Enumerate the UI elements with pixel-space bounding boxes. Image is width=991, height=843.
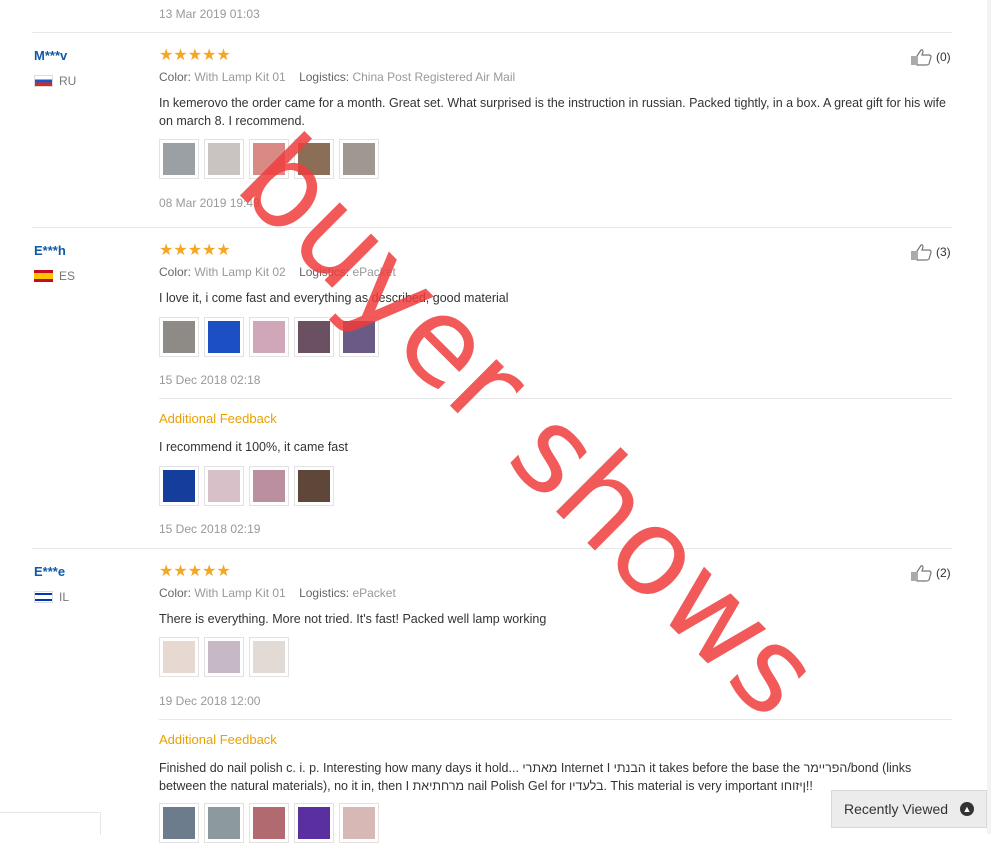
reviewer-country: IL (34, 590, 69, 604)
review-photo-thumbnail[interactable] (204, 317, 244, 357)
thumbs-up-icon (911, 565, 932, 582)
review-photo-thumbnail[interactable] (339, 139, 379, 179)
recently-viewed-label: Recently Viewed (844, 801, 949, 817)
review-photo-thumbnail[interactable] (204, 803, 244, 843)
helpful-button[interactable]: (2) (910, 564, 951, 582)
review-date: 08 Mar 2019 19:49 (159, 196, 260, 210)
logistics-value: China Post Registered Air Mail (352, 70, 516, 84)
divider (159, 719, 952, 720)
helpful-count: (0) (936, 50, 951, 64)
country-code: RU (59, 74, 77, 88)
review-photo-thumbnail[interactable] (159, 637, 199, 677)
divider (32, 227, 952, 228)
review-photo-thumbnail[interactable] (294, 317, 334, 357)
color-label: Color: (159, 265, 192, 279)
review-photo-thumbnail[interactable] (249, 637, 289, 677)
review-date: 15 Dec 2018 02:19 (159, 522, 261, 536)
additional-feedback-text: I recommend it 100%, it came fast (159, 440, 348, 454)
review-sku-info: Color: With Lamp Kit 02 Logistics: ePack… (159, 265, 396, 279)
thumbs-up-icon (911, 244, 932, 261)
logistics-label: Logistics: (299, 265, 350, 279)
review-photos (159, 139, 379, 179)
color-value: With Lamp Kit 02 (194, 265, 286, 279)
country-code: ES (59, 269, 76, 283)
review-photo-thumbnail[interactable] (159, 803, 199, 843)
logistics-label: Logistics: (299, 586, 350, 600)
divider (159, 398, 952, 399)
additional-feedback-label: Additional Feedback (159, 732, 277, 747)
star-rating: ★★★★★ (159, 242, 231, 259)
review-photo-thumbnail[interactable] (339, 803, 379, 843)
review-photos (159, 637, 289, 677)
review-photo-thumbnail[interactable] (159, 317, 199, 357)
helpful-count: (3) (936, 245, 951, 259)
review-photo-thumbnail[interactable] (294, 139, 334, 179)
review-date: 15 Dec 2018 02:18 (159, 373, 261, 387)
helpful-count: (2) (936, 566, 951, 580)
logistics-value: ePacket (352, 265, 396, 279)
logistics-label: Logistics: (299, 70, 350, 84)
helpful-button[interactable]: (3) (910, 243, 951, 261)
chevron-up-icon: ▲ (960, 802, 974, 816)
review-date: 19 Dec 2018 12:00 (159, 694, 261, 708)
review-text: In kemerovo the order came for a month. … (159, 96, 946, 128)
reviewer-name[interactable]: E***h (34, 243, 66, 258)
review-sku-info: Color: With Lamp Kit 01 Logistics: ePack… (159, 586, 396, 600)
review-photo-thumbnail[interactable] (204, 466, 244, 506)
russia-flag-icon (34, 75, 53, 87)
additional-feedback-label: Additional Feedback (159, 411, 277, 426)
review-photos (159, 317, 379, 357)
review-photo-thumbnail[interactable] (249, 466, 289, 506)
thumbs-up-icon (911, 49, 932, 66)
review-photo-thumbnail[interactable] (249, 803, 289, 843)
additional-photos (159, 466, 334, 506)
page-scrollbar[interactable] (987, 0, 991, 834)
review-sku-info: Color: With Lamp Kit 01 Logistics: China… (159, 70, 515, 84)
review-text: There is everything. More not tried. It'… (159, 612, 547, 626)
israel-flag-icon (34, 591, 53, 603)
recently-viewed-button[interactable]: Recently Viewed ▲ (831, 790, 987, 828)
color-label: Color: (159, 586, 192, 600)
star-rating: ★★★★★ (159, 47, 231, 64)
review-photo-thumbnail[interactable] (249, 139, 289, 179)
review-photo-thumbnail[interactable] (204, 637, 244, 677)
divider (32, 32, 952, 33)
review-text: I love it, i come fast and everything as… (159, 291, 509, 305)
review-photo-thumbnail[interactable] (339, 317, 379, 357)
panel-fragment (0, 812, 101, 835)
review-date: 13 Mar 2019 01:03 (159, 7, 260, 21)
review-photo-thumbnail[interactable] (159, 466, 199, 506)
reviewer-name[interactable]: E***e (34, 564, 65, 579)
star-rating: ★★★★★ (159, 563, 231, 580)
spain-flag-icon (34, 270, 53, 282)
reviewer-country: ES (34, 269, 75, 283)
helpful-button[interactable]: (0) (910, 48, 951, 66)
review-photo-thumbnail[interactable] (294, 466, 334, 506)
review-photo-thumbnail[interactable] (204, 139, 244, 179)
logistics-value: ePacket (352, 586, 396, 600)
country-code: IL (59, 590, 70, 604)
divider (32, 548, 952, 549)
additional-photos (159, 803, 379, 843)
review-photo-thumbnail[interactable] (294, 803, 334, 843)
color-value: With Lamp Kit 01 (194, 70, 286, 84)
review-photo-thumbnail[interactable] (249, 317, 289, 357)
reviewer-name[interactable]: M***v (34, 48, 67, 63)
color-value: With Lamp Kit 01 (194, 586, 286, 600)
review-photo-thumbnail[interactable] (159, 139, 199, 179)
watermark: buyer shows (211, 110, 846, 744)
color-label: Color: (159, 70, 192, 84)
reviewer-country: RU (34, 74, 76, 88)
